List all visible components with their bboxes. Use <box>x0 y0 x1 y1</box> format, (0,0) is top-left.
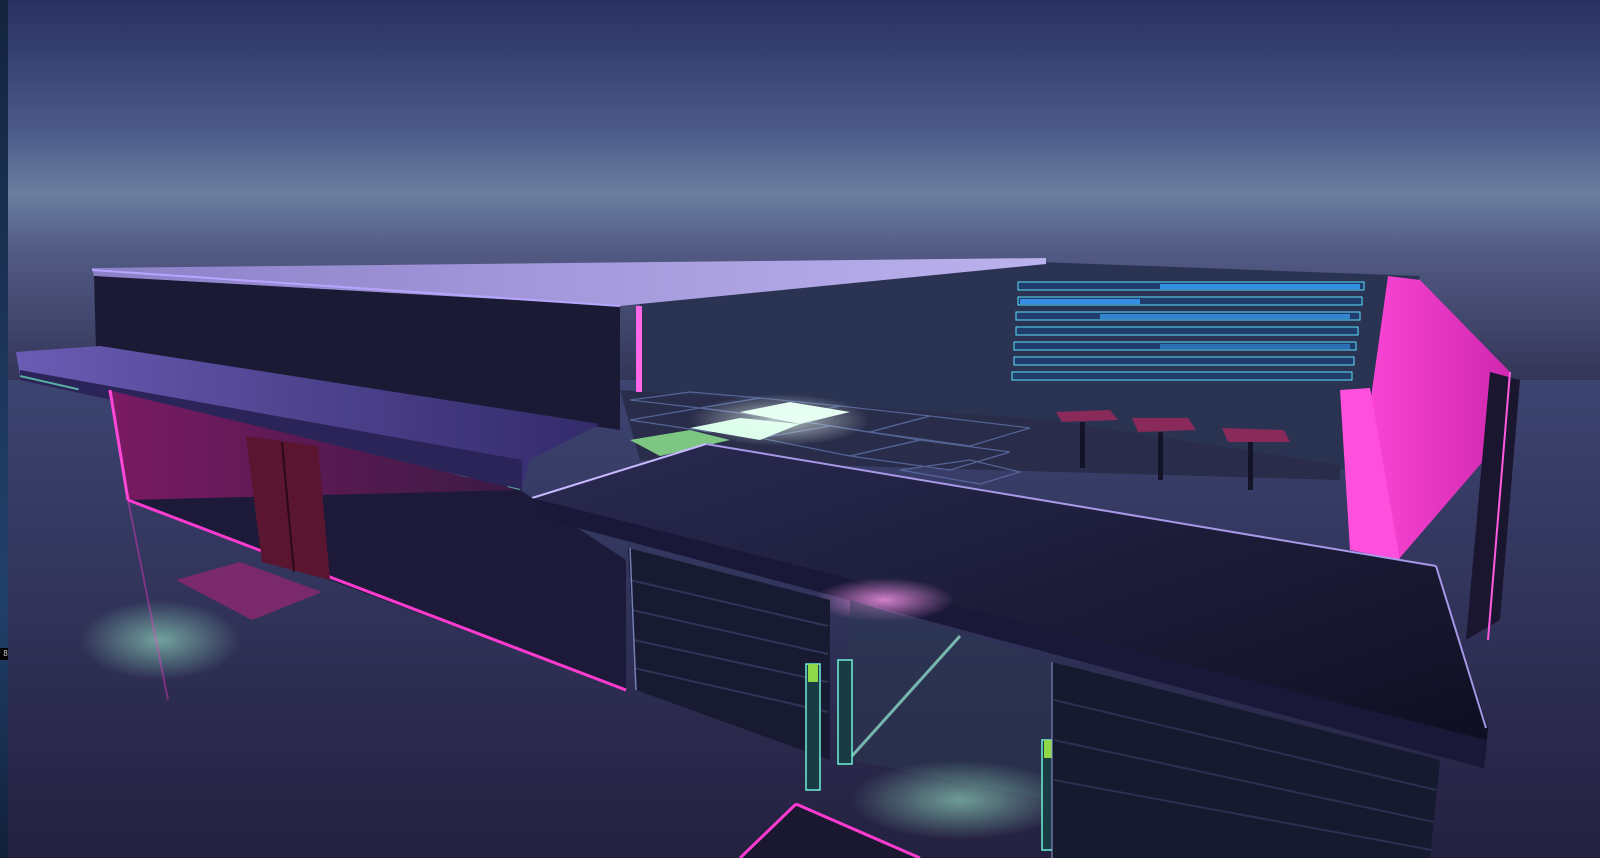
scene-render[interactable] <box>0 0 1600 858</box>
left-edge-panel <box>0 0 8 858</box>
window-slats <box>1011 281 1365 381</box>
game-viewport[interactable]: 8 <box>0 0 1600 858</box>
neon-pillar <box>636 306 642 392</box>
edge-stat-readout: 8 <box>0 648 8 660</box>
